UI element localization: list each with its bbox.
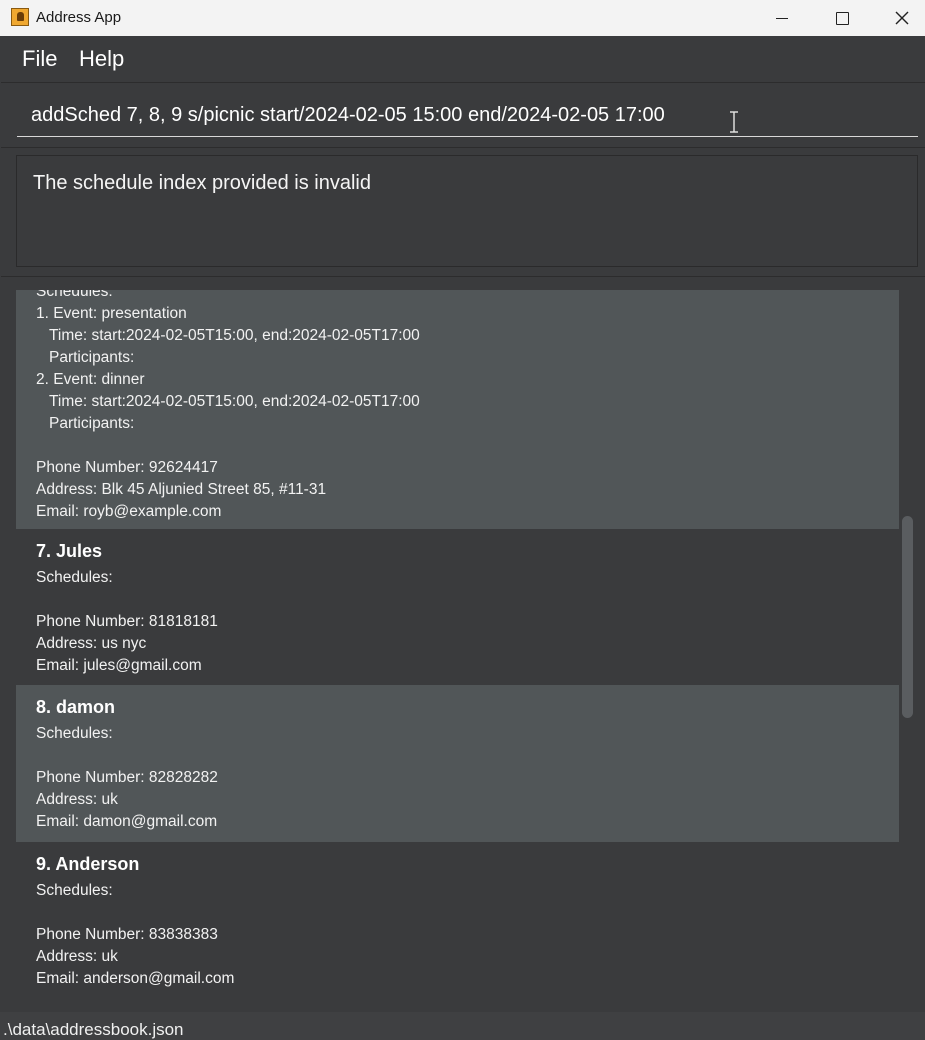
person-name: 9. Anderson (36, 854, 140, 874)
scrollbar-thumb[interactable] (902, 516, 913, 718)
person-email: Email: damon@gmail.com (36, 813, 218, 830)
person-email: Email: jules@gmail.com (36, 657, 202, 674)
menu-help[interactable]: Help (79, 46, 124, 72)
person-phone: Phone Number: 83838383 (36, 926, 218, 943)
person-email: Email: anderson@gmail.com (36, 970, 235, 987)
schedule-participants: Participants: (49, 415, 135, 432)
schedules-label: Schedules: (36, 290, 113, 300)
schedule-time: Time: start:2024-02-05T15:00, end:2024-0… (49, 327, 420, 344)
person-card[interactable]: 8. damon Schedules: Phone Number: 828282… (16, 685, 899, 842)
result-message: The schedule index provided is invalid (33, 172, 371, 194)
status-file-path: .\data\addressbook.json (3, 1020, 184, 1039)
person-address: Address: uk (36, 948, 118, 965)
command-input[interactable] (17, 95, 918, 137)
result-display[interactable]: The schedule index provided is invalid (16, 155, 918, 267)
status-bar: .\data\addressbook.json (0, 1012, 925, 1040)
text-cursor-icon (727, 110, 741, 134)
person-address: Address: us nyc (36, 635, 147, 652)
minimize-icon (776, 17, 788, 19)
person-name: 7. Jules (36, 541, 103, 561)
title-bar: Address App (0, 0, 925, 36)
close-icon (895, 11, 909, 25)
close-button[interactable] (879, 0, 925, 36)
schedule-time: Time: start:2024-02-05T15:00, end:2024-0… (49, 393, 420, 410)
person-name: 8. damon (36, 697, 116, 717)
schedules-label: Schedules: (36, 725, 113, 742)
person-email: Email: royb@example.com (36, 503, 222, 520)
schedule-event: 1. Event: presentation (36, 305, 187, 322)
window-title: Address App (36, 9, 122, 26)
person-card[interactable]: Schedules: 1. Event: presentation Time: … (16, 290, 899, 529)
address-book-icon (11, 8, 29, 26)
schedule-participants: Participants: (49, 349, 135, 366)
schedule-event: 2. Event: dinner (36, 371, 145, 388)
menu-file[interactable]: File (22, 46, 57, 72)
person-phone: Phone Number: 82828282 (36, 769, 218, 786)
person-list[interactable]: Schedules: 1. Event: presentation Time: … (16, 290, 899, 999)
command-box (1, 83, 925, 148)
person-phone: Phone Number: 81818181 (36, 613, 218, 630)
schedules-label: Schedules: (36, 569, 113, 586)
minimize-button[interactable] (759, 0, 805, 36)
result-display-panel: The schedule index provided is invalid (1, 148, 925, 277)
schedules-label: Schedules: (36, 882, 113, 899)
menu-bar: File Help (1, 36, 925, 83)
maximize-icon (835, 11, 849, 25)
person-card[interactable]: 9. Anderson Schedules: Phone Number: 838… (16, 842, 899, 999)
person-list-panel: Schedules: 1. Event: presentation Time: … (1, 277, 925, 1012)
maximize-button[interactable] (819, 0, 865, 36)
person-phone: Phone Number: 92624417 (36, 459, 218, 476)
person-address: Address: uk (36, 791, 118, 808)
person-card[interactable]: 7. Jules Schedules: Phone Number: 818181… (16, 529, 899, 685)
person-address: Address: Blk 45 Aljunied Street 85, #11-… (36, 481, 327, 498)
